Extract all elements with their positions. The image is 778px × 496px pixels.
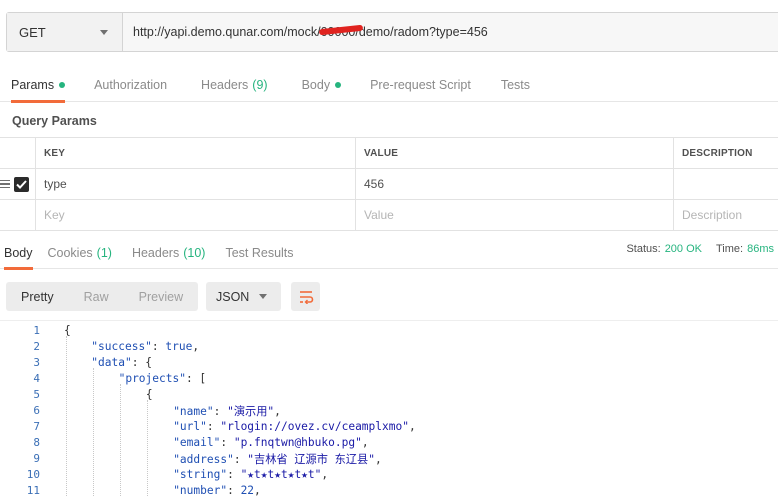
code-line: 10 "string": "★t★t★t★t★t", [0,467,778,483]
line-number: 7 [33,420,40,434]
drag-handle-icon[interactable] [0,179,10,189]
column-header-description: DESCRIPTION [682,147,753,159]
tab-tests[interactable]: Tests [501,68,530,102]
line-number: 9 [33,452,40,466]
line-number: 1 [33,323,40,337]
code-line: 9 "address": "吉林省 辽源市 东辽县", [0,451,778,467]
code-line: 6 "name": "演示用", [0,402,778,418]
column-header-key: KEY [36,138,356,168]
method-label: GET [19,24,46,40]
response-time: 86ms [747,243,774,255]
tab-authorization[interactable]: Authorization [94,68,167,102]
new-key-input[interactable]: Key [36,200,356,230]
view-pretty-button[interactable]: Pretty [6,282,69,311]
tab-params[interactable]: Params [11,68,66,103]
code-line: 5{ [0,386,778,402]
column-header-value: VALUE [356,138,674,168]
response-status: Status: 200 OK Time: 86ms [626,243,774,255]
params-header-row: KEY VALUE DESCRIPTION [0,138,778,169]
line-number: 6 [33,404,40,418]
status-code: 200 OK [664,243,702,255]
tab-cookies[interactable]: Cookies (1) [48,237,112,269]
indent-guide [147,400,148,496]
tab-response-body[interactable]: Body [4,237,33,270]
indent-guide [93,368,94,496]
table-row: type 456 [0,169,778,200]
code-text: "string": "★t★t★t★t★t", [173,468,329,482]
line-number: 3 [33,355,40,369]
view-raw-button[interactable]: Raw [69,282,124,311]
param-key-cell[interactable]: type [36,169,356,199]
param-value-cell[interactable]: 456 [356,169,674,199]
request-url-bar: GET http://yapi.demo.qunar.com/mock/0000… [6,12,778,52]
param-description-cell[interactable] [674,169,778,199]
code-text: "url": "rlogin://ovez.cv/ceamplxmo", [173,420,416,434]
code-text: "address": "吉林省 辽源市 东辽县", [173,452,382,466]
tab-body[interactable]: Body [302,68,342,102]
tab-pre-request-script[interactable]: Pre-request Script [370,68,471,102]
line-number: 2 [33,339,40,353]
url-text: http://yapi.demo.qunar.com/mock/00000/de… [133,25,488,39]
code-text: "success": true, [91,339,200,353]
checkmark-icon [16,179,27,189]
indent-guide [66,336,67,496]
chevron-down-icon [100,29,108,35]
line-number: 4 [33,371,40,385]
tab-test-results[interactable]: Test Results [225,237,293,269]
code-line: 4 "projects": [ [0,370,778,386]
tab-headers[interactable]: Headers (9) [201,68,268,102]
request-tabs: Params Authorization Headers (9) Body Pre… [0,68,778,103]
indent-guide [120,384,121,496]
code-line: 2 "success": true, [0,338,778,354]
code-text: "projects": [ [118,371,207,385]
code-text: "email": "p.fnqtwn@hbuko.pg", [173,436,369,450]
code-line: 11 "number": 22, [0,483,778,496]
status-dot-icon [335,82,342,88]
line-number: 10 [26,468,40,482]
code-text: { [64,323,71,337]
code-line: 1{ [0,322,778,338]
view-mode-toggle: Pretty Raw Preview [6,282,199,311]
line-number: 11 [26,484,40,496]
new-description-input[interactable]: Description [674,200,778,230]
view-preview-button[interactable]: Preview [124,282,198,311]
params-table: KEY VALUE DESCRIPTION type 456 Key Value… [0,137,778,231]
code-text: "number": 22, [173,484,261,496]
table-row-empty: Key Value Description [0,200,778,231]
url-input[interactable]: http://yapi.demo.qunar.com/mock/00000/de… [123,13,778,51]
response-body-code: 1{2 "success": true, 3 "data": {4 "projects"… [0,320,778,496]
code-text: "data": { [91,355,152,369]
line-number: 5 [33,387,40,401]
status-dot-icon [59,82,66,88]
wrap-lines-icon [299,290,313,304]
code-line: 3 "data": { [0,354,778,370]
code-text: { [145,387,153,401]
format-select[interactable]: JSON [206,282,281,311]
tab-response-headers[interactable]: Headers (10) [132,237,205,269]
new-value-input[interactable]: Value [356,200,674,230]
param-enabled-checkbox[interactable] [14,176,29,192]
code-text: "name": "演示用", [173,404,281,418]
method-select[interactable]: GET [7,13,123,51]
query-params-title: Query Params [12,114,97,128]
wrap-lines-button[interactable] [291,282,320,311]
line-number: 8 [33,436,40,450]
code-line: 8 "email": "p.fnqtwn@hbuko.pg", [0,435,778,451]
chevron-down-icon [259,294,267,299]
code-line: 7 "url": "rlogin://ovez.cv/ceamplxmo", [0,419,778,435]
